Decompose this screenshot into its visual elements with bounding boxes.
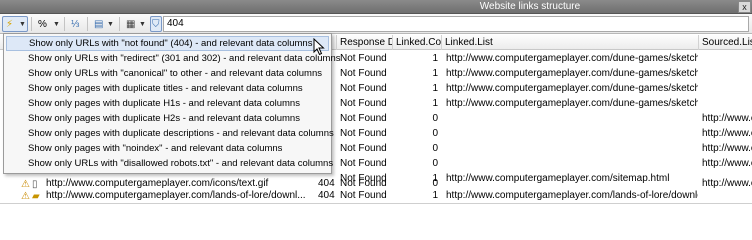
linked-list-cell: http://www.computergameplayer.com/lands-…: [446, 190, 698, 201]
menu-item-duplicate-titles[interactable]: Show only pages with duplicate titles - …: [6, 81, 329, 96]
menu-item-canonical[interactable]: Show only URLs with "canonical" to other…: [6, 66, 329, 81]
chevron-down-icon: ▼: [19, 21, 26, 28]
toolbar: ⚡ ▼ % ▼ ⅓ ▤ ▼ ▦ ▼ ⛉ 404: [0, 14, 752, 34]
filter-button[interactable]: ⛉: [150, 16, 162, 32]
quick-filter-button[interactable]: ⚡ ▼: [2, 16, 28, 32]
response-cell: Not Found: [340, 158, 387, 169]
response-cell: Not Found: [340, 68, 387, 79]
sourced-list-cell: http://www.c: [702, 113, 752, 124]
linked-count-cell: 1: [432, 98, 438, 109]
window-title: Website links structure: [479, 1, 581, 12]
linked-list-cell: [446, 111, 698, 126]
toolbar-separator: [64, 17, 65, 31]
linked-list-cell: http://www.computergameplayer.com/dune-g…: [446, 53, 698, 64]
sourced-list-cell: [702, 66, 752, 81]
report-button[interactable]: ▦ ▼: [122, 16, 148, 32]
chevron-down-icon: ▼: [139, 21, 146, 28]
tree-icon: ⅓: [71, 19, 80, 30]
linked-list-cell: http://www.computergameplayer.com/dune-g…: [446, 98, 698, 109]
response-cell: Not Found: [340, 113, 387, 124]
sourced-list-cell: [702, 51, 752, 66]
status-code-cell: 404: [318, 190, 335, 201]
warning-icon: ⚠: [21, 191, 30, 202]
linked-count-cell: 1: [432, 53, 438, 64]
close-icon: x: [742, 2, 747, 12]
sourced-list-cell: http://www.c: [702, 128, 752, 139]
toolbar-separator: [31, 17, 32, 31]
sourced-list-cell: http://www.c: [702, 158, 752, 169]
folder-icon: ▰: [32, 191, 40, 202]
linked-count-cell: 1: [432, 190, 438, 201]
linked-list-cell: http://www.computergameplayer.com/dune-g…: [446, 83, 698, 94]
linked-list-cell: [446, 156, 698, 171]
sourced-list-cell: http://www.c: [702, 143, 752, 154]
linked-count-cell: 1: [432, 83, 438, 94]
close-button[interactable]: x: [738, 1, 751, 13]
linked-count-cell: 1: [432, 68, 438, 79]
tree-view-button[interactable]: ⅓: [67, 16, 83, 32]
linked-list-cell: http://www.computergameplayer.com/dune-g…: [446, 68, 698, 79]
column-header-response[interactable]: Response D...: [337, 35, 393, 50]
response-cell: Not Found: [340, 128, 387, 139]
response-cell: Not Found: [340, 190, 387, 201]
menu-item-duplicate-h2[interactable]: Show only pages with duplicate H2s - and…: [6, 111, 329, 126]
column-header-linked-count[interactable]: Linked.Co...: [393, 35, 442, 50]
grid-bottom-border: [0, 203, 752, 204]
menu-item-duplicate-descriptions[interactable]: Show only pages with duplicate descripti…: [6, 126, 334, 141]
response-cell: Not Found: [340, 98, 387, 109]
column-header-sourced-list[interactable]: Sourced.List: [699, 35, 752, 50]
chevron-down-icon: ▼: [107, 21, 114, 28]
sourced-list-cell: [702, 188, 752, 203]
linked-count-cell: 0: [432, 128, 438, 139]
menu-item-duplicate-h1[interactable]: Show only pages with duplicate H1s - and…: [6, 96, 329, 111]
linked-list-cell: [446, 126, 698, 141]
report-icon: ▦: [126, 19, 136, 30]
columns-button[interactable]: ▤ ▼: [90, 16, 116, 32]
toolbar-separator: [119, 17, 120, 31]
quick-filter-menu: Show only URLs with "not found" (404) - …: [3, 33, 341, 174]
linked-count-cell: 0: [432, 113, 438, 124]
response-cell: Not Found: [340, 53, 387, 64]
response-cell: Not Found: [340, 143, 387, 154]
columns-icon: ▤: [94, 19, 104, 30]
mouse-cursor-icon: [313, 38, 325, 56]
url-cell: http://www.computergameplayer.com/lands-…: [46, 190, 306, 201]
menu-item-not-found[interactable]: Show only URLs with "not found" (404) - …: [6, 36, 329, 51]
response-cell: Not Found: [340, 83, 387, 94]
wand-icon: ⚡: [6, 19, 14, 30]
toolbar-separator: [87, 17, 88, 31]
chevron-down-icon: ▼: [53, 21, 60, 28]
percent-icon: %: [38, 19, 47, 30]
menu-item-redirect[interactable]: Show only URLs with "redirect" (301 and …: [6, 51, 341, 66]
title-bar: Website links structure x: [0, 0, 752, 14]
sourced-list-cell: [702, 81, 752, 96]
percent-button[interactable]: % ▼: [34, 16, 62, 32]
menu-item-noindex[interactable]: Show only pages with "noindex" - and rel…: [6, 141, 329, 156]
filter-icon: ⛉: [152, 19, 160, 30]
column-header-linked-list[interactable]: Linked.List: [442, 35, 699, 50]
menu-item-disallowed-robots[interactable]: Show only URLs with "disallowed robots.t…: [6, 156, 333, 171]
table-row[interactable]: ⚠ ▰ http://www.computergameplayer.com/la…: [0, 188, 752, 203]
sourced-list-cell: [702, 96, 752, 111]
linked-count-cell: 0: [432, 143, 438, 154]
filter-input[interactable]: 404: [163, 16, 749, 32]
linked-list-cell: [446, 141, 698, 156]
linked-count-cell: 0: [432, 158, 438, 169]
